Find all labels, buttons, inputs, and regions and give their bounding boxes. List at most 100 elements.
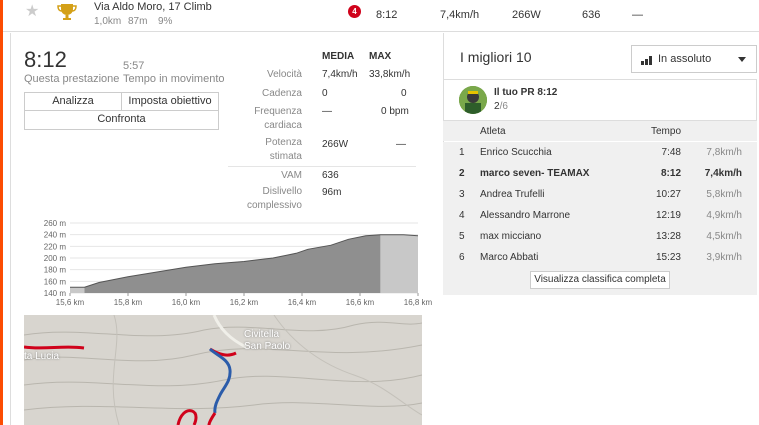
row-athlete[interactable]: marco seven- TEAMAX	[480, 168, 589, 179]
effort-time-label: Questa prestazione	[24, 73, 120, 85]
set-goal-button[interactable]: Imposta obiettivo	[121, 92, 219, 111]
compare-button[interactable]: Confronta	[24, 110, 219, 130]
stats-divider	[228, 166, 416, 167]
row-time: 13:28	[655, 231, 681, 242]
map-label-civitella: Civitella	[244, 329, 280, 340]
y-tick-label: 180 m	[44, 266, 67, 275]
row-speed: 4,5km/h	[706, 231, 742, 242]
row-speed: 7,4km/h	[704, 168, 742, 179]
stat-avg-cadence: 0	[322, 88, 328, 99]
stats-header-max: MAX	[369, 51, 392, 62]
x-tick-label: 16,6 km	[346, 298, 375, 307]
y-tick-label: 160 m	[44, 277, 67, 286]
segment-distance: 1,0km	[94, 16, 122, 27]
effort-time: 8:12	[24, 47, 67, 72]
stat-max-hr: 0 bpm	[381, 106, 409, 117]
segment-hr: —	[632, 9, 643, 21]
row-athlete[interactable]: Andrea Trufelli	[480, 189, 544, 200]
map-label-lucia: ta Lucia	[24, 351, 60, 362]
row-speed: 5,8km/h	[706, 189, 742, 200]
row-rank: 1	[459, 147, 465, 158]
y-tick-label: 240 m	[44, 231, 67, 240]
segment-power: 266W	[512, 9, 541, 21]
row-rank: 5	[459, 231, 465, 242]
row-time: 12:19	[655, 210, 681, 221]
row-rank: 6	[459, 252, 465, 263]
x-tick-label: 15,8 km	[114, 298, 143, 307]
segment-time: 8:12	[376, 9, 398, 21]
leaderboard-row[interactable]: 1 Enrico Scucchia 7:48 7,8km/h	[443, 142, 757, 163]
x-tick-label: 16,0 km	[172, 298, 201, 307]
segment-name[interactable]: Via Aldo Moro, 17 Climb	[94, 1, 212, 13]
row-speed: 7,8km/h	[706, 147, 742, 158]
stats-header-avg: MEDIA	[322, 51, 355, 62]
segment-grade: 9%	[158, 16, 173, 27]
y-tick-label: 260 m	[44, 219, 67, 228]
segment-speed: 7,4km/h	[440, 9, 480, 21]
segment-row[interactable]: ★ Via Aldo Moro, 17 Climb 1,0km 87m 9% 4…	[3, 0, 759, 32]
route-red-left	[24, 345, 85, 350]
route-map[interactable]: Civitella San Paolo ta Lucia	[24, 315, 422, 425]
row-rank: 2	[459, 168, 465, 179]
analyze-button[interactable]: Analizza	[24, 92, 122, 111]
leaderboard-title: I migliori 10	[460, 49, 532, 65]
stat-max-power: —	[396, 139, 406, 150]
elevation-chart[interactable]: 260 m 240 m 220 m 200 m 180 m 160 m 140 m 15,6…	[0, 215, 440, 315]
row-athlete[interactable]: Enrico Scucchia	[480, 147, 552, 158]
leaderboard-row[interactable]: 5 max micciano 13:28 4,5km/h	[443, 226, 757, 247]
stat-avg-hr: —	[322, 106, 332, 117]
row-rank: 4	[459, 210, 465, 221]
leaderboard-row-self[interactable]: 2 marco seven- TEAMAX 8:12 7,4km/h	[443, 163, 757, 184]
trophy-icon	[57, 4, 77, 20]
col-athlete: Atleta	[480, 126, 506, 137]
stat-label-vam: VAM	[281, 170, 302, 181]
y-tick-label: 140 m	[44, 289, 67, 298]
bar-chart-icon	[641, 56, 652, 65]
stat-label-elevation: Dislivello complessivo	[246, 186, 302, 211]
pr-label: Il tuo PR 8:12	[494, 87, 558, 98]
x-tick-label: 16,4 km	[288, 298, 317, 307]
x-tick-label: 16,8 km	[404, 298, 433, 307]
row-time: 15:23	[655, 252, 681, 263]
row-athlete[interactable]: max micciano	[480, 231, 541, 242]
map-terrain	[24, 315, 422, 425]
pr-rank: 2/6	[494, 101, 508, 112]
leaderboard-row[interactable]: 3 Andrea Trufelli 10:27 5,8km/h	[443, 184, 757, 205]
caret-down-icon	[738, 57, 746, 62]
moving-time: 5:57	[123, 60, 145, 72]
rank-badge: 4	[348, 5, 361, 18]
leaderboard-row[interactable]: 4 Alessandro Marrone 12:19 4,9km/h	[443, 205, 757, 226]
row-time: 10:27	[655, 189, 681, 200]
stat-label-cadence: Cadenza	[261, 88, 302, 99]
filter-dropdown-label: In assoluto	[658, 53, 712, 65]
x-tick-label: 16,2 km	[230, 298, 259, 307]
row-time: 7:48	[661, 147, 681, 158]
pr-rank-total: /6	[499, 101, 508, 112]
stat-avg-vam: 636	[322, 170, 339, 181]
row-time: 8:12	[660, 168, 681, 179]
stat-avg-elevation: 96m	[322, 187, 342, 198]
leaderboard-row[interactable]: 6 Marco Abbati 15:23 3,9km/h	[443, 247, 757, 268]
row-athlete[interactable]: Marco Abbati	[480, 252, 538, 263]
filter-dropdown[interactable]: In assoluto	[631, 45, 757, 73]
row-speed: 3,9km/h	[706, 252, 742, 263]
row-speed: 4,9km/h	[706, 210, 742, 221]
avatar[interactable]	[459, 86, 487, 114]
stat-max-speed: 33,8km/h	[369, 69, 411, 80]
row-athlete[interactable]: Alessandro Marrone	[480, 210, 570, 221]
star-icon[interactable]: ★	[25, 4, 41, 20]
stat-label-speed: Velocità	[266, 69, 302, 80]
stat-avg-power: 266W	[322, 139, 349, 150]
accent-bar	[0, 0, 3, 425]
segment-elevation: 87m	[128, 16, 148, 27]
view-full-leaderboard-button[interactable]: Visualizza classifica completa	[530, 271, 670, 289]
segment-vam: 636	[582, 9, 601, 21]
row-rank: 3	[459, 189, 465, 200]
personal-record-box	[443, 79, 757, 121]
x-tick-label: 15,6 km	[56, 298, 85, 307]
leaderboard-table-header: Atleta Tempo	[443, 121, 757, 141]
y-tick-label: 200 m	[44, 254, 67, 263]
y-tick-label: 220 m	[44, 242, 67, 251]
stat-avg-speed: 7,4km/h	[322, 69, 358, 80]
map-label-san-paolo: San Paolo	[244, 341, 291, 352]
